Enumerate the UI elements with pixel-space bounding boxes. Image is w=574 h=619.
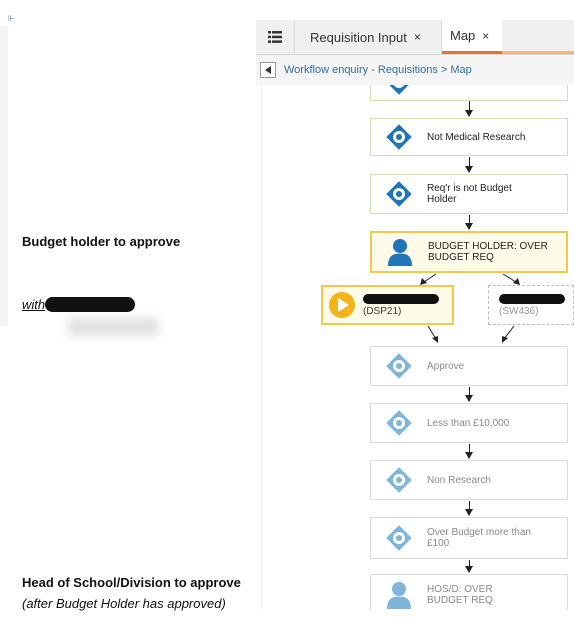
list-icon bbox=[268, 31, 282, 43]
eye-icon bbox=[386, 410, 412, 436]
flow-arrow bbox=[465, 501, 473, 516]
redacted-approver-name bbox=[499, 293, 565, 304]
approver-card-active[interactable]: (DSP21) bbox=[321, 285, 454, 325]
node-label: Non Research bbox=[427, 474, 491, 486]
back-button[interactable] bbox=[260, 62, 276, 78]
eye-icon bbox=[386, 353, 412, 379]
hos-subnote: (after Budget Holder has approved) bbox=[22, 596, 226, 611]
person-icon bbox=[387, 582, 411, 609]
approver-code: (DSP21) bbox=[363, 305, 402, 317]
node-label: Less than £10,000 bbox=[427, 417, 510, 429]
corner-mark: ⊩ bbox=[8, 14, 15, 23]
workflow-node[interactable]: Non Research bbox=[370, 460, 568, 500]
node-label: Over Budget more than £100 bbox=[427, 527, 531, 549]
flow-arrow bbox=[465, 444, 473, 459]
with-note: with Dave Pritchett bbox=[22, 297, 135, 312]
close-icon[interactable]: × bbox=[414, 30, 421, 44]
workflow-node[interactable]: Less than £10,000 bbox=[370, 403, 568, 443]
tab-requisition-input[interactable]: Requisition Input × bbox=[294, 20, 442, 54]
workflow-app: Requisition Input × Map × Workflow enqui… bbox=[256, 0, 574, 619]
redacted-name: Dave Pritchett bbox=[45, 297, 135, 312]
flow-arrow bbox=[465, 560, 473, 573]
hos-note: Head of School/Division to approve bbox=[22, 575, 241, 590]
workflow-map: Not Medical Research Req'r is not Budget… bbox=[256, 85, 574, 610]
with-label: with bbox=[22, 297, 46, 312]
tab-label: Map bbox=[450, 28, 476, 43]
node-label: Approve bbox=[427, 360, 465, 372]
approver-code: (SW436) bbox=[499, 305, 539, 317]
redaction-shadow bbox=[68, 318, 158, 336]
left-strip bbox=[0, 26, 8, 326]
flow-arrow bbox=[465, 387, 473, 402]
tab-map[interactable]: Map × bbox=[442, 20, 502, 54]
approver-card-pending[interactable]: (SW436) bbox=[488, 285, 574, 325]
redacted-approver-name bbox=[363, 293, 439, 304]
eye-icon bbox=[386, 525, 412, 551]
breadcrumb: Workflow enquiry - Requisitions > Map bbox=[256, 55, 574, 85]
workflow-node[interactable]: Approve bbox=[370, 346, 568, 386]
chevron-left-icon bbox=[265, 66, 271, 74]
eye-icon bbox=[386, 467, 412, 493]
close-icon[interactable]: × bbox=[482, 29, 489, 43]
workflow-node[interactable]: HOS/D: OVER BUDGET REQ bbox=[370, 574, 568, 610]
budget-holder-note: Budget holder to approve bbox=[22, 234, 181, 249]
tab-label: Requisition Input bbox=[310, 29, 407, 45]
play-icon bbox=[329, 292, 355, 318]
breadcrumb-text[interactable]: Workflow enquiry - Requisitions > Map bbox=[284, 64, 472, 76]
workflow-node[interactable]: Over Budget more than £100 bbox=[370, 517, 568, 559]
menu-button[interactable] bbox=[256, 20, 295, 54]
tab-bar: Requisition Input × Map × bbox=[256, 20, 574, 55]
tab-accent-line bbox=[502, 51, 574, 54]
node-label: HOS/D: OVER BUDGET REQ bbox=[427, 584, 493, 606]
